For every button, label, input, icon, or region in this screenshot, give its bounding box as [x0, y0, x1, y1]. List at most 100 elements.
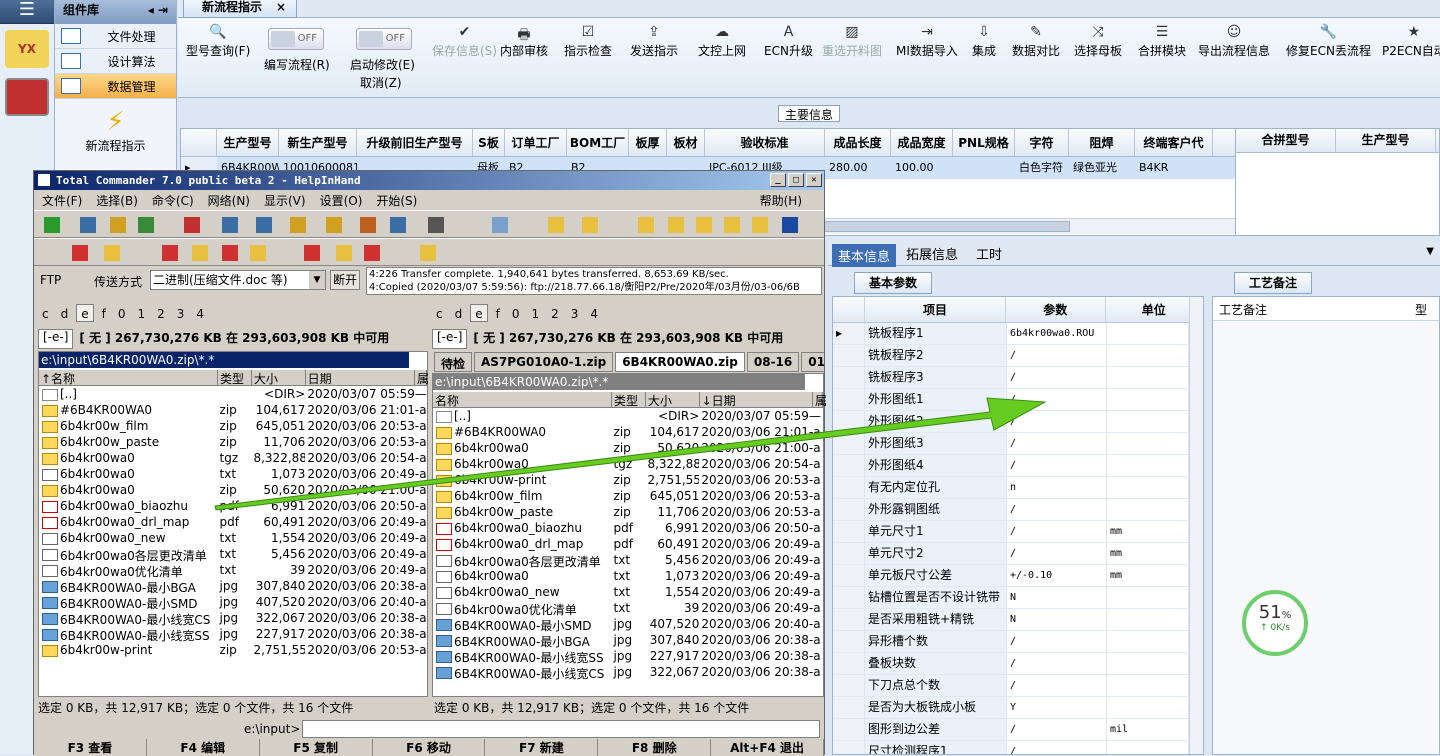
tc-tool-icon[interactable]	[638, 217, 654, 233]
drive-button-0[interactable]: 0	[508, 305, 524, 323]
grid-col-header[interactable]: 生产型号	[217, 129, 279, 156]
grid-col-header[interactable]: 新生产型号	[279, 129, 357, 156]
file-row[interactable]: 6b4kr00wa0_new txt 1,554 2020/03/06 20:49-a	[433, 585, 823, 601]
tc-tool-icon[interactable]	[582, 217, 598, 233]
file-row[interactable]: 6b4kr00wa0_drl_map pdf 60,491 2020/03/06 20…	[433, 537, 823, 553]
file-row[interactable]: 6b4kr00wa0 zip 50,620 2020/03/06 21:00-a	[39, 483, 427, 499]
tc-tool-icon[interactable]	[390, 217, 406, 233]
file-row[interactable]: 6b4kr00w-print zip 2,751,5552020/03/06 20:…	[433, 473, 823, 489]
tc-tool-icon[interactable]	[668, 217, 684, 233]
tc-tool-icon[interactable]	[360, 217, 376, 233]
param-value[interactable]: /	[1007, 719, 1107, 740]
table-row[interactable]: 有无内定位孔 n	[833, 477, 1203, 499]
file-row[interactable]: 6b4kr00wa0 txt 1,073 2020/03/06 20:49-a	[39, 467, 427, 483]
grid-cell[interactable]	[953, 157, 1015, 179]
disconnect-button[interactable]: 断开	[330, 270, 360, 290]
file-row[interactable]: 6b4kr00wa0 tgz 8,322,8812020/03/06 20:54-a	[39, 451, 427, 467]
tc-tool-icon[interactable]	[336, 245, 352, 261]
toolbar-btn-4[interactable]: ⇪ 发送指示	[630, 24, 678, 59]
file-col-header[interactable]: 类型	[218, 370, 252, 386]
drive-button-c[interactable]: c	[38, 305, 53, 323]
toolbar-btn-0[interactable]: 🔍 型号查询(F)	[186, 24, 250, 59]
file-row[interactable]: 6B4KR00WA0-最小BGA jpg 307,840 2020/03/06 20:…	[39, 579, 427, 595]
tc-tool-icon[interactable]	[184, 217, 200, 233]
param-value[interactable]: /	[1007, 499, 1107, 520]
tc-menu-item[interactable]: 命令(C)	[152, 192, 194, 209]
file-row[interactable]: #6B4KR00WA0 zip 104,617 2020/03/06 21:01-a	[433, 425, 823, 441]
tc-tool-icon[interactable]	[364, 245, 380, 261]
file-row[interactable]: 6b4kr00wa0_new txt 1,554 2020/03/06 20:49-a	[39, 531, 427, 547]
param-value[interactable]: /	[1007, 345, 1107, 366]
param-value[interactable]: n	[1007, 477, 1107, 498]
file-row[interactable]: 6b4kr00w_paste zip 11,706 2020/03/06 20:53-…	[433, 505, 823, 521]
file-row[interactable]: 6b4kr00wa0优化清单 txt 39 2020/03/06 20:49-a	[433, 601, 823, 617]
table-row[interactable]: 钻槽位置是否不设计铣带 N	[833, 587, 1203, 609]
file-row[interactable]: 6B4KR00WA0-最小线宽SS jpg 227,917 2020/03/06 20…	[39, 627, 427, 643]
grid-col-header[interactable]: 板材	[667, 129, 705, 156]
toolbar-btn-14[interactable]: 🔧 修复ECN丢流程	[1286, 24, 1371, 59]
grid-cell[interactable]: 白色字符	[1015, 157, 1069, 179]
file-col-header[interactable]: 属	[813, 392, 827, 408]
toolbar-btn-5[interactable]: ☁ 文控上网	[698, 24, 746, 59]
left-drive-select[interactable]: [-e-]	[38, 329, 74, 349]
grid-cell[interactable]: 280.00	[825, 157, 891, 179]
toolbar-btn-8[interactable]: ⇥ MI数据导入	[896, 24, 958, 59]
fkey-button[interactable]: F8 删除	[598, 739, 712, 756]
file-row[interactable]: 6b4kr00wa0优化清单 txt 39 2020/03/06 20:49-a	[39, 563, 427, 579]
tc-tool-icon[interactable]	[304, 245, 320, 261]
toolbar-btn-13[interactable]: ☺ 导出流程信息	[1198, 24, 1270, 59]
info-tab-0[interactable]: 基本信息	[832, 244, 897, 267]
drive-button-2[interactable]: 2	[153, 305, 169, 323]
table-row[interactable]: 单元尺寸2/mm	[833, 543, 1203, 565]
drive-button-d[interactable]: d	[451, 305, 467, 323]
folder-tab[interactable]: 待检	[434, 352, 473, 372]
table-row[interactable]: 外形图纸1/	[833, 389, 1203, 411]
file-row[interactable]: 6B4KR00WA0-最小SMD jpg 407,520 2020/03/06 20:…	[433, 617, 823, 633]
tc-tool-icon[interactable]	[492, 217, 508, 233]
file-col-header[interactable]: 类型	[612, 392, 646, 408]
file-row[interactable]: [..] <DIR> 2020/03/07 05:59—	[433, 409, 823, 425]
toolbar-btn-6[interactable]: A ECN升级	[764, 24, 813, 59]
param-value[interactable]: /	[1007, 411, 1107, 432]
param-value[interactable]: Y	[1007, 697, 1107, 718]
folder-tab[interactable]: 01-1	[801, 352, 824, 372]
file-row[interactable]: 6b4kr00wa0各层更改清单 txt 5,456 2020/03/06 20:49…	[39, 547, 427, 563]
file-col-header[interactable]: 属	[415, 370, 429, 386]
tc-tool-icon[interactable]	[290, 217, 306, 233]
file-col-header[interactable]: ↓日期	[700, 392, 813, 408]
table-row[interactable]: 铣板程序2/	[833, 345, 1203, 367]
close-icon[interactable]: ×	[276, 0, 286, 14]
tc-tool-icon[interactable]	[256, 217, 272, 233]
grid-col-header[interactable]: 升级前旧生产型号	[357, 129, 473, 156]
tc-tool-icon[interactable]	[80, 217, 96, 233]
table-row[interactable]: 异形槽个数 /	[833, 631, 1203, 653]
file-row[interactable]: #6B4KR00WA0 zip 104,617 2020/03/06 21:01-a	[39, 403, 427, 419]
tc-tool-icon[interactable]	[250, 245, 266, 261]
file-row[interactable]: 6b4kr00w-print zip 2,751,5552020/03/06 20:…	[39, 643, 427, 659]
enable-edit-toggle[interactable]: OFF	[356, 28, 412, 50]
chevron-down-icon[interactable]: ▼	[1426, 246, 1434, 257]
drive-button-4[interactable]: 4	[192, 305, 208, 323]
file-row[interactable]: 6B4KR00WA0-最小BGA jpg 307,840 2020/03/06 20:…	[433, 633, 823, 649]
grid-col-header[interactable]: S板	[473, 129, 505, 156]
toolbar-btn-11[interactable]: ⤨ 选择母板	[1074, 24, 1122, 59]
file-row[interactable]: 6b4kr00w_paste zip 11,706 2020/03/06 20:53-…	[39, 435, 427, 451]
grid-col-header[interactable]: 阻焊	[1069, 129, 1135, 156]
fkey-button[interactable]: F4 编辑	[146, 739, 260, 756]
yx-tool-icon[interactable]: YX	[5, 30, 49, 68]
tc-tool-icon[interactable]	[724, 217, 740, 233]
folder-tab[interactable]: 08-16	[746, 352, 800, 372]
file-row[interactable]: 6b4kr00wa0 tgz 8,322,8812020/03/06 20:54-a	[433, 457, 823, 473]
left-path[interactable]: e:\input\6B4KR00WA0.zip\*.*	[39, 352, 409, 368]
tc-tool-icon[interactable]	[222, 217, 238, 233]
param-value[interactable]: /	[1007, 455, 1107, 476]
drive-button-e[interactable]: e	[76, 304, 94, 322]
file-row[interactable]: 6B4KR00WA0-最小线宽SS jpg 227,917 2020/03/06 20…	[433, 649, 823, 665]
tc-menu-item[interactable]: 开始(S)	[376, 192, 417, 209]
merge-col-header[interactable]: 生产型号	[1336, 129, 1436, 152]
file-col-header[interactable]: 日期	[306, 370, 415, 386]
drive-button-3[interactable]: 3	[173, 305, 189, 323]
file-row[interactable]: 6B4KR00WA0-最小线宽CS jpg 322,067 2020/03/06 20…	[39, 611, 427, 627]
table-row[interactable]: 叠板块数 /	[833, 653, 1203, 675]
lib-item-file[interactable]: 文件处理	[55, 24, 176, 49]
